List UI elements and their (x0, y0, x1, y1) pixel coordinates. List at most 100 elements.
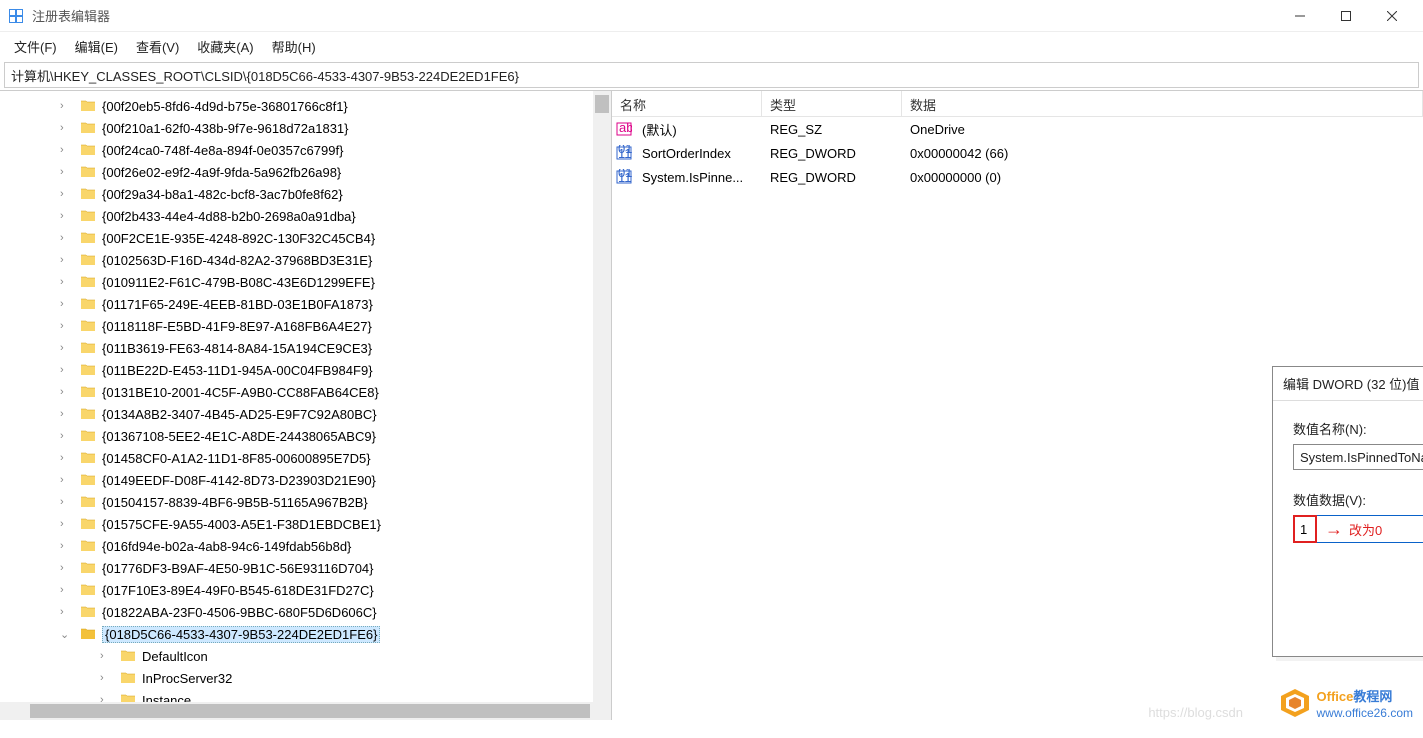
folder-icon (80, 252, 96, 268)
tree-item-label: {0131BE10-2001-4C5F-A9B0-CC88FAB64CE8} (102, 385, 379, 400)
folder-icon (80, 538, 96, 554)
cell-type: REG_DWORD (766, 170, 906, 185)
folder-icon (80, 428, 96, 444)
folder-icon (80, 164, 96, 180)
tree-item-label: {00f210a1-62f0-438b-9f7e-9618d72a1831} (102, 121, 349, 136)
window-controls (1277, 0, 1415, 32)
list-header: 名称 类型 数据 (612, 91, 1423, 117)
tree-item[interactable]: › {011BE22D-E453-11D1-945A-00C04FB984F9} (0, 359, 611, 381)
chevron-right-icon: › (60, 430, 76, 442)
folder-icon (80, 560, 96, 576)
tree-item[interactable]: ›{01171F65-249E-4EEB-81BD-03E1B0FA1873} (0, 293, 611, 315)
tree-item[interactable]: ›{0102563D-F16D-434d-82A2-37968BD3E31E} (0, 249, 611, 271)
menu-file[interactable]: 文件(F) (6, 33, 65, 60)
tree-item-label: {0102563D-F16D-434d-82A2-37968BD3E31E} (102, 253, 372, 268)
cell-name: (默认) (638, 120, 766, 139)
chevron-right-icon: › (60, 298, 76, 310)
cell-type: REG_SZ (766, 122, 906, 137)
edit-dword-dialog: 编辑 DWORD (32 位)值 数值名称(N): 数值数据(V): (1272, 366, 1423, 657)
column-name[interactable]: 名称 (612, 91, 762, 116)
tree-item[interactable]: ›{017F10E3-89E4-49F0-B545-618DE31FD27C} (0, 579, 611, 601)
tree-horizontal-scrollbar[interactable] (0, 702, 593, 720)
tree-item[interactable]: ›{01776DF3-B9AF-4E50-9B1C-56E93116D704} (0, 557, 611, 579)
list-row[interactable]: 011110System.IsPinne...REG_DWORD0x000000… (612, 165, 1423, 189)
folder-icon (80, 516, 96, 532)
chevron-right-icon: › (60, 342, 76, 354)
folder-icon (80, 604, 96, 620)
tree-item-label: {011BE22D-E453-11D1-945A-00C04FB984F9} (102, 363, 373, 378)
tree-item[interactable]: ›{01504157-8839-4BF6-9B5B-51165A967B2B} (0, 491, 611, 513)
chevron-right-icon: › (100, 650, 116, 662)
close-button[interactable] (1369, 0, 1415, 32)
tree-item[interactable]: ›{00f20eb5-8fd6-4d9d-b75e-36801766c8f1} (0, 95, 611, 117)
tree-item[interactable]: ›{0131BE10-2001-4C5F-A9B0-CC88FAB64CE8} (0, 381, 611, 403)
folder-icon (80, 450, 96, 466)
tree-item[interactable]: ›{016fd94e-b02a-4ab8-94c6-149fdab56b8d} (0, 535, 611, 557)
chevron-right-icon: › (100, 672, 116, 684)
folder-icon (80, 406, 96, 422)
folder-icon (80, 230, 96, 246)
tree-item[interactable]: › InProcServer32 (0, 667, 611, 689)
list-row[interactable]: 011110SortOrderIndexREG_DWORD0x00000042 … (612, 141, 1423, 165)
tree-item[interactable]: ›{00f29a34-b8a1-482c-bcf8-3ac7b0fe8f62} (0, 183, 611, 205)
folder-icon (80, 472, 96, 488)
minimize-button[interactable] (1277, 0, 1323, 32)
tree-item-label: {018D5C66-4533-4307-9B53-224DE2ED1FE6} (102, 626, 380, 643)
tree-item[interactable]: ›{00f2b433-44e4-4d88-b2b0-2698a0a91dba} (0, 205, 611, 227)
tree-item-label: {00F2CE1E-935E-4248-892C-130F32C45CB4} (102, 231, 375, 246)
tree-item[interactable]: › {011B3619-FE63-4814-8A84-15A194CE9CE3} (0, 337, 611, 359)
maximize-button[interactable] (1323, 0, 1369, 32)
tree-item-selected[interactable]: ⌄ {018D5C66-4533-4307-9B53-224DE2ED1FE6} (0, 623, 611, 645)
tree-item[interactable]: › {00f210a1-62f0-438b-9f7e-9618d72a1831} (0, 117, 611, 139)
column-data[interactable]: 数据 (902, 91, 1423, 116)
chevron-down-icon: ⌄ (60, 628, 76, 641)
tree-item[interactable]: ›{010911E2-F61C-479B-B08C-43E6D1299EFE} (0, 271, 611, 293)
tree-item[interactable]: ›{01822ABA-23F0-4506-9BBC-680F5D6D606C} (0, 601, 611, 623)
chevron-right-icon: › (60, 474, 76, 486)
menu-edit[interactable]: 编辑(E) (67, 33, 126, 60)
title-bar: 注册表编辑器 (0, 0, 1423, 32)
chevron-right-icon: › (60, 408, 76, 420)
tree-item-label: {01822ABA-23F0-4506-9BBC-680F5D6D606C} (102, 605, 377, 620)
cell-data: 0x00000000 (0) (906, 170, 1419, 185)
chevron-right-icon: › (60, 188, 76, 200)
tree-item[interactable]: ›{0134A8B2-3407-4B45-AD25-E9F7C92A80BC} (0, 403, 611, 425)
folder-icon (80, 494, 96, 510)
value-data-input[interactable] (1293, 515, 1423, 543)
chevron-right-icon: › (60, 122, 76, 134)
tree-item[interactable]: ›{01367108-5EE2-4E1C-A8DE-24438065ABC9} (0, 425, 611, 447)
menu-favorites[interactable]: 收藏夹(A) (189, 33, 261, 60)
address-bar[interactable]: 计算机\HKEY_CLASSES_ROOT\CLSID\{018D5C66-45… (4, 62, 1419, 88)
address-text: 计算机\HKEY_CLASSES_ROOT\CLSID\{018D5C66-45… (11, 66, 519, 85)
tree-item[interactable]: ›{01458CF0-A1A2-11D1-8F85-00600895E7D5} (0, 447, 611, 469)
value-binary-icon: 011110 (616, 145, 632, 161)
dialog-titlebar: 编辑 DWORD (32 位)值 (1273, 367, 1423, 401)
list-row[interactable]: ab(默认)REG_SZOneDrive (612, 117, 1423, 141)
tree-item[interactable]: ›{0118118F-E5BD-41F9-8E97-A168FB6A4E27} (0, 315, 611, 337)
menu-help[interactable]: 帮助(H) (264, 33, 324, 60)
tree-item[interactable]: ›{0149EEDF-D08F-4142-8D73-D23903D21E90} (0, 469, 611, 491)
cell-name: System.IsPinne... (638, 170, 766, 185)
tree-item-label: {011B3619-FE63-4814-8A84-15A194CE9CE3} (102, 341, 372, 356)
value-name-input[interactable] (1293, 444, 1423, 470)
watermark-url: www.office26.com (1317, 706, 1414, 720)
tree-item-label: InProcServer32 (142, 671, 232, 686)
tree-item[interactable]: ›{01575CFE-9A55-4003-A5E1-F38D1EBDCBE1} (0, 513, 611, 535)
tree-item[interactable]: ›DefaultIcon (0, 645, 611, 667)
tree-item[interactable]: ›{00f24ca0-748f-4e8a-894f-0e0357c6799f} (0, 139, 611, 161)
value-data-label: 数值数据(V): (1293, 490, 1423, 509)
column-type[interactable]: 类型 (762, 91, 902, 116)
chevron-right-icon: › (60, 364, 76, 376)
tree-item-label: {00f20eb5-8fd6-4d9d-b75e-36801766c8f1} (102, 99, 348, 114)
tree-vertical-scrollbar[interactable] (593, 91, 611, 720)
cell-name: SortOrderIndex (638, 146, 766, 161)
chevron-right-icon: › (60, 144, 76, 156)
chevron-right-icon: › (60, 276, 76, 288)
menu-view[interactable]: 查看(V) (128, 33, 187, 60)
dialog-title: 编辑 DWORD (32 位)值 (1283, 374, 1423, 393)
folder-icon (80, 582, 96, 598)
main-panes: ›{00f20eb5-8fd6-4d9d-b75e-36801766c8f1}›… (0, 90, 1423, 720)
svg-text:110: 110 (618, 146, 632, 161)
tree-item[interactable]: ›{00F2CE1E-935E-4248-892C-130F32C45CB4} (0, 227, 611, 249)
tree-item[interactable]: ›{00f26e02-e9f2-4a9f-9fda-5a962fb26a98} (0, 161, 611, 183)
